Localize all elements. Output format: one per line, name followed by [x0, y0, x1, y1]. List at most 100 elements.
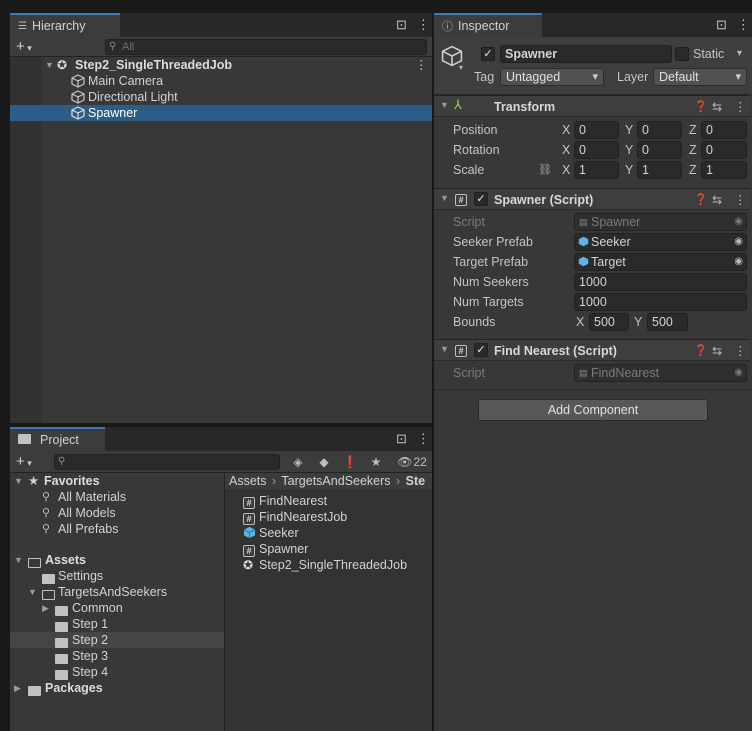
create-button[interactable]: + ▾ — [16, 452, 32, 473]
tree-item-step1[interactable]: Step 1 — [10, 616, 224, 632]
breadcrumb-targetsandseekers[interactable]: TargetsAndSeekers — [281, 474, 390, 488]
preset-icon[interactable]: ⇆ — [712, 98, 722, 116]
collapse-arrow-icon[interactable]: ▶ — [14, 680, 21, 696]
component-menu-icon[interactable]: ⋮ — [734, 342, 747, 360]
tree-item-step4[interactable]: Step 4 — [10, 664, 224, 680]
axis-x-label[interactable]: X — [562, 141, 570, 159]
file-spawner[interactable]: # Spawner — [225, 541, 432, 557]
spawner-enabled-checkbox[interactable]: ✓ — [474, 192, 488, 206]
expand-arrow-icon[interactable]: ▼ — [440, 344, 449, 354]
target-prefab-field[interactable]: Target ◉ — [574, 253, 747, 271]
axis-z-label[interactable]: Z — [689, 121, 697, 139]
file-findnearestjob[interactable]: # FindNearestJob — [225, 509, 432, 525]
filter-by-type-icon[interactable]: ◈ — [288, 451, 308, 473]
hierarchy-item-main-camera[interactable]: Main Camera — [10, 73, 432, 89]
project-search-input[interactable]: ⚲ — [54, 454, 280, 470]
expand-arrow-icon[interactable]: ▼ — [28, 584, 37, 600]
hierarchy-item-spawner[interactable]: Spawner — [10, 105, 432, 121]
active-checkbox[interactable]: ✓ — [481, 47, 495, 61]
scale-y-field[interactable]: 1 — [637, 161, 682, 179]
bounds-x-field[interactable]: 500 — [589, 313, 629, 331]
component-menu-icon[interactable]: ⋮ — [734, 98, 747, 116]
object-picker-icon[interactable]: ◉ — [734, 254, 743, 270]
axis-x-label[interactable]: X — [562, 161, 570, 179]
tab-inspector[interactable]: ⓘ Inspector — [434, 13, 542, 37]
spawner-header[interactable]: ▼ # ✓ Spawner (Script) ❓ ⇆ ⋮ — [434, 188, 750, 210]
tree-item-settings[interactable]: Settings — [10, 568, 224, 584]
create-button[interactable]: + ▾ — [16, 37, 32, 58]
more-icon[interactable]: ⋮ — [737, 17, 750, 33]
findnearest-enabled-checkbox[interactable]: ✓ — [474, 343, 488, 357]
breadcrumb-current[interactable]: Ste — [406, 474, 425, 488]
static-checkbox[interactable] — [675, 47, 689, 61]
favorite-all-materials[interactable]: ⚲ All Materials — [10, 489, 224, 505]
object-name-field[interactable]: Spawner — [500, 45, 672, 63]
position-z-field[interactable]: 0 — [701, 121, 747, 139]
position-y-field[interactable]: 0 — [637, 121, 682, 139]
tree-item-common[interactable]: ▶ Common — [10, 600, 224, 616]
axis-x-label[interactable]: X — [576, 313, 584, 331]
file-findnearest[interactable]: # FindNearest — [225, 493, 432, 509]
preset-icon[interactable]: ⇆ — [712, 342, 722, 360]
lock-icon[interactable]: ⊡ — [716, 17, 727, 33]
axis-y-label[interactable]: Y — [634, 313, 642, 331]
axis-y-label[interactable]: Y — [625, 161, 633, 179]
expand-arrow-icon[interactable]: ▼ — [45, 57, 54, 73]
bounds-y-field[interactable]: 500 — [647, 313, 688, 331]
favorite-all-prefabs[interactable]: ⚲ All Prefabs — [10, 521, 224, 537]
breadcrumb-assets[interactable]: Assets — [229, 474, 267, 488]
favorite-all-models[interactable]: ⚲ All Models — [10, 505, 224, 521]
scene-menu-icon[interactable]: ⋮ — [415, 57, 428, 73]
tree-item-step3[interactable]: Step 3 — [10, 648, 224, 664]
icon-dropdown-icon[interactable]: ▾ — [459, 63, 463, 72]
warning-filter-icon[interactable]: ❗ — [340, 451, 360, 473]
tree-item-step2[interactable]: Step 2 — [10, 632, 224, 648]
tab-project[interactable]: Project — [10, 427, 105, 451]
expand-arrow-icon[interactable]: ▼ — [14, 473, 23, 489]
seeker-prefab-field[interactable]: Seeker ◉ — [574, 233, 747, 251]
position-x-field[interactable]: 0 — [574, 121, 619, 139]
scale-z-field[interactable]: 1 — [701, 161, 747, 179]
layer-dropdown[interactable]: Default — [653, 68, 747, 86]
hierarchy-item-directional-light[interactable]: Directional Light — [10, 89, 432, 105]
hierarchy-search-input[interactable]: ⚲ All — [105, 39, 427, 55]
axis-y-label[interactable]: Y — [625, 121, 633, 139]
file-seeker[interactable]: Seeker — [225, 525, 432, 541]
lock-icon[interactable]: ⊡ — [396, 431, 407, 447]
component-menu-icon[interactable]: ⋮ — [734, 191, 747, 209]
rotation-y-field[interactable]: 0 — [637, 141, 682, 159]
tree-item-targetsandseekers[interactable]: ▼ TargetsAndSeekers — [10, 584, 224, 600]
tag-dropdown[interactable]: Untagged — [500, 68, 604, 86]
constrain-proportions-icon[interactable]: ⛓ — [538, 161, 552, 179]
expand-arrow-icon[interactable]: ▼ — [440, 100, 449, 110]
filter-by-label-icon[interactable]: ◆ — [314, 451, 334, 473]
expand-arrow-icon[interactable]: ▼ — [14, 552, 23, 568]
transform-header[interactable]: ▼ ⅄ Transform ❓ ⇆ ⋮ — [434, 95, 750, 117]
hidden-packages-icon[interactable]: 👁22 — [394, 451, 430, 473]
favorite-star-icon[interactable]: ★ — [366, 451, 386, 473]
static-dropdown-icon[interactable]: ▾ — [737, 45, 742, 63]
help-icon[interactable]: ❓ — [694, 191, 708, 209]
num-targets-field[interactable]: 1000 — [574, 293, 747, 311]
rotation-z-field[interactable]: 0 — [701, 141, 747, 159]
packages-header[interactable]: ▶ Packages — [10, 680, 224, 696]
collapse-arrow-icon[interactable]: ▶ — [42, 600, 49, 616]
more-icon[interactable]: ⋮ — [417, 17, 430, 33]
add-component-button[interactable]: Add Component — [478, 399, 708, 421]
more-icon[interactable]: ⋮ — [417, 431, 430, 447]
assets-header[interactable]: ▼ Assets — [10, 552, 224, 568]
help-icon[interactable]: ❓ — [694, 98, 708, 116]
num-seekers-field[interactable]: 1000 — [574, 273, 747, 291]
axis-x-label[interactable]: X — [562, 121, 570, 139]
expand-arrow-icon[interactable]: ▼ — [440, 193, 449, 203]
favorites-header[interactable]: ▼ ★ Favorites — [10, 473, 224, 489]
axis-z-label[interactable]: Z — [689, 141, 697, 159]
findnearest-header[interactable]: ▼ # ✓ Find Nearest (Script) ❓ ⇆ ⋮ — [434, 339, 750, 361]
object-picker-icon[interactable]: ◉ — [734, 234, 743, 250]
scale-x-field[interactable]: 1 — [574, 161, 619, 179]
axis-y-label[interactable]: Y — [625, 141, 633, 159]
tab-hierarchy[interactable]: ☰ Hierarchy — [10, 13, 120, 37]
rotation-x-field[interactable]: 0 — [574, 141, 619, 159]
scene-row[interactable]: ▼ ✪ Step2_SingleThreadedJob ⋮ — [10, 57, 432, 73]
lock-icon[interactable]: ⊡ — [396, 17, 407, 33]
